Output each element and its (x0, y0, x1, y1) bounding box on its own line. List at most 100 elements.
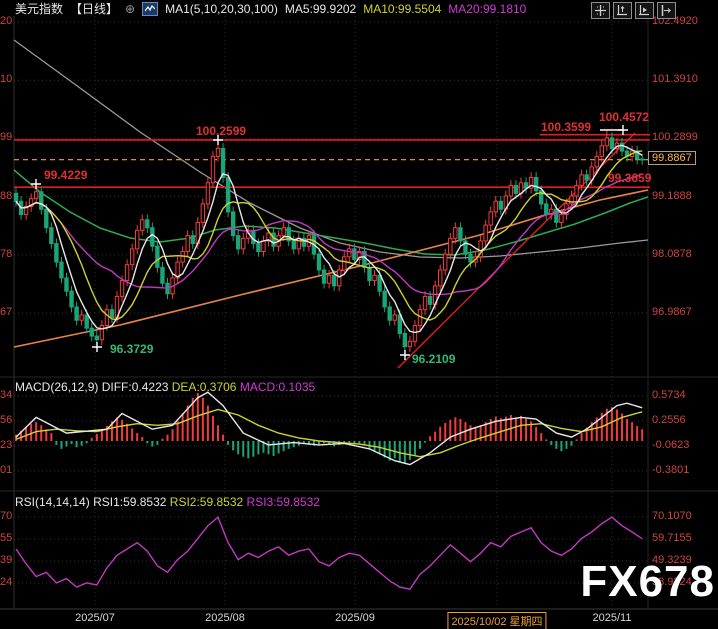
candle-body (160, 266, 165, 284)
price-axis-left-stub: 10 (0, 73, 13, 86)
add-indicator-icon[interactable]: ⊕ (125, 2, 135, 16)
candle-body (513, 184, 519, 194)
rsi-line (15, 516, 643, 590)
rsi-title: RSI(14,14,14) (15, 495, 90, 509)
candle-body (59, 261, 64, 279)
candle-body (397, 314, 403, 334)
macd-axis-left-stub: 23 (0, 438, 13, 451)
macd-axis-label: -0.0623 (652, 438, 690, 451)
candle-body (210, 155, 216, 184)
candle-body (94, 335, 99, 341)
candle-body (352, 248, 357, 260)
candle-body (331, 274, 337, 287)
candle-body (135, 229, 140, 250)
price-axis-label: 101.3910 (652, 73, 698, 86)
macd-macd-value: MACD:0.1035 (239, 380, 316, 394)
candle-body (483, 224, 488, 242)
price-axis-label: 100.2899 (652, 131, 698, 144)
candle-body (619, 142, 625, 152)
candle-body (468, 253, 473, 263)
candle-body (337, 269, 342, 287)
candle-body (99, 325, 105, 341)
candle-body (215, 147, 221, 157)
candle-body (49, 227, 54, 245)
price-axis-left-stub: 99 (0, 131, 13, 144)
candle-body (382, 290, 387, 308)
candle-body (392, 314, 397, 321)
crosshair-tool-icon[interactable] (591, 2, 610, 19)
candle-body (594, 155, 599, 168)
price-extreme-label: 96.2109 (412, 352, 456, 366)
price-axis-label: 98.0878 (652, 247, 692, 260)
price-axis-left-stub: 67 (0, 305, 13, 318)
candle-body (200, 203, 206, 223)
candle-body (225, 177, 231, 213)
candle-body (584, 174, 589, 181)
price-axis-label: 99.1888 (652, 189, 692, 202)
candle-body (407, 340, 413, 348)
candle-body (387, 306, 392, 321)
candle-body (291, 240, 296, 250)
candle-body (422, 295, 428, 311)
candle-body (579, 174, 584, 186)
axis-zoom-icon[interactable] (613, 2, 632, 19)
macd-axis-label: 0.2556 (652, 413, 686, 426)
instrument-title: 美元指数 (15, 2, 64, 16)
chart-type-icon[interactable] (142, 1, 159, 16)
period-label: 【日线】 (70, 2, 119, 16)
candle-body (119, 280, 125, 297)
rsi3-value: RSI3:59.8532 (246, 495, 320, 509)
price-extreme-label: 99.4229 (44, 168, 88, 182)
price-axis-left-stub: 88 (0, 189, 13, 202)
price-extreme-label: 100.4572 (599, 110, 650, 124)
candle-body (34, 191, 39, 200)
candle-body (427, 295, 433, 305)
candle-body (448, 237, 453, 255)
ma20-value: MA20:99.1810 (448, 1, 527, 16)
price-axis-label: 96.9867 (652, 305, 692, 318)
candle-body (129, 248, 135, 266)
candle-body (443, 253, 448, 271)
candle-body (230, 211, 236, 237)
candle-body (372, 274, 377, 282)
rsi-panel-header: RSI(14,14,14) RSI1:59.8532 RSI2:59.8532 … (15, 495, 320, 509)
candle-body (124, 264, 130, 282)
candle-body (554, 208, 559, 223)
candle-body (54, 243, 59, 263)
trading-app: 美元指数 【日线】 ⊕ MA1(5,10,20,30,100) MA5:99.9… (0, 0, 718, 629)
collapse-panel-icon[interactable] (657, 2, 676, 19)
rsi-axis-left-stub: 39 (0, 554, 13, 566)
macd-axis-label: -0.3801 (652, 463, 690, 476)
candle-body (185, 235, 190, 253)
candle-body (342, 256, 347, 271)
chart-canvas[interactable] (0, 0, 718, 629)
candle-body (104, 309, 110, 327)
candle-body (190, 235, 195, 245)
candle-body (559, 214, 564, 223)
candle-body (599, 145, 604, 157)
date-axis-label: 2025/11 (592, 612, 632, 624)
candle-body (412, 325, 418, 342)
macd-dea-line (15, 408, 643, 458)
price-extreme-label: 100.2599 (196, 124, 247, 138)
ma5-value: MA5:99.9202 (284, 1, 357, 16)
candle-body (205, 182, 211, 205)
candle-body (74, 306, 79, 321)
candle-body (523, 182, 529, 189)
axis-play-icon[interactable] (635, 2, 654, 19)
fx678-watermark: FX678 (580, 557, 715, 606)
candle-body (316, 253, 322, 271)
candle-body (604, 137, 610, 147)
rsi-axis-label: 59.7155 (652, 532, 692, 544)
price-axis-left-stub: 78 (0, 247, 13, 260)
ma100-line (13, 39, 649, 259)
candle-body (347, 248, 352, 258)
ma10-line (15, 150, 643, 321)
rsi-axis-left-stub: 55 (0, 532, 13, 544)
candle-body (256, 243, 261, 253)
date-axis-label: 2025/07 (75, 612, 115, 624)
candle-body (574, 184, 579, 197)
date-axis-label: 2025/09 (335, 612, 375, 624)
macd-title: MACD(26,12,9) (15, 380, 99, 394)
macd-axis-left-stub: 56 (0, 413, 13, 426)
